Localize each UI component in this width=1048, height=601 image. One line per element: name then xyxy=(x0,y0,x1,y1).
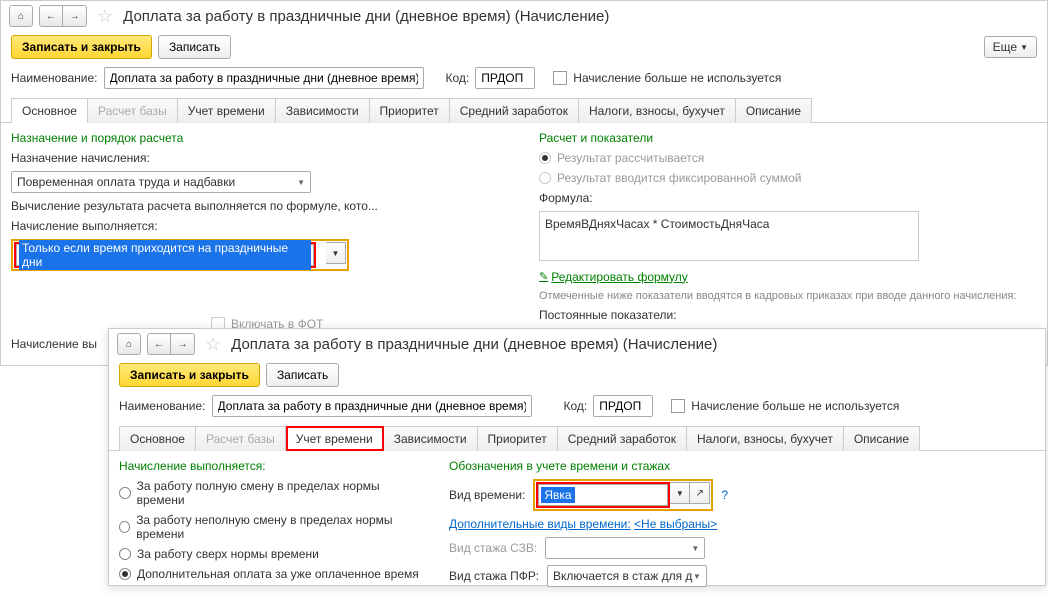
szv-select[interactable]: ▼ xyxy=(545,537,705,559)
dropdown-icon[interactable]: ▼ xyxy=(326,242,346,264)
not-used-checkbox[interactable] xyxy=(671,399,685,413)
formula-box: ВремяВДняхЧасах * СтоимостьДняЧаса xyxy=(539,211,919,261)
tab-priority[interactable]: Приоритет xyxy=(478,426,558,451)
tab-deps[interactable]: Зависимости xyxy=(276,98,370,123)
tab-tax[interactable]: Налоги, взносы, бухучет xyxy=(579,98,736,123)
dropdown-icon[interactable]: ▼ xyxy=(670,482,690,504)
pfr-label: Вид стажа ПФР: xyxy=(449,569,539,583)
perform-header: Начисление выполняется: xyxy=(119,459,419,473)
indicators-note: Отмеченные ниже показатели вводятся в ка… xyxy=(539,290,1037,302)
forward-icon[interactable]: → xyxy=(171,333,195,355)
more-button[interactable]: Еще▼ xyxy=(984,36,1037,58)
opt-overtime-radio[interactable] xyxy=(119,548,131,560)
tab-avg[interactable]: Средний заработок xyxy=(450,98,579,123)
result-fixed-radio[interactable] xyxy=(539,172,551,184)
save-close-button[interactable]: Записать и закрыть xyxy=(11,35,152,59)
edit-formula-link[interactable]: ✎Редактировать формулу xyxy=(539,270,688,284)
window-popup: ⌂ ← → ☆ Доплата за работу в праздничные … xyxy=(108,328,1046,586)
forward-icon[interactable]: → xyxy=(63,5,87,27)
tab-bar: Основное Расчет базы Учет времени Зависи… xyxy=(109,425,1045,451)
name-input[interactable] xyxy=(104,67,424,89)
not-used-label: Начисление больше не используется xyxy=(691,399,899,413)
window-title: Доплата за работу в праздничные дни (дне… xyxy=(231,336,717,353)
result-calc-label: Результат рассчитывается xyxy=(557,151,704,165)
when-select[interactable]: Только если время приходится на празднич… xyxy=(16,244,314,266)
tab-desc[interactable]: Описание xyxy=(844,426,920,451)
tab-main[interactable]: Основное xyxy=(11,98,88,123)
marks-header: Обозначения в учете времени и стажах xyxy=(449,459,1035,473)
code-label: Код: xyxy=(446,71,470,85)
back-icon[interactable]: ← xyxy=(39,5,63,27)
save-close-button[interactable]: Записать и закрыть xyxy=(119,363,260,387)
calc-descr: Вычисление результата расчета выполняетс… xyxy=(11,199,509,213)
opt-additional-radio[interactable] xyxy=(119,568,131,580)
assign-header: Назначение и порядок расчета xyxy=(11,131,509,145)
pfr-select[interactable]: Включается в стаж для д▼ xyxy=(547,565,707,587)
tab-tax[interactable]: Налоги, взносы, бухучет xyxy=(687,426,844,451)
back-icon[interactable]: ← xyxy=(147,333,171,355)
szv-label: Вид стажа СЗВ: xyxy=(449,541,537,555)
name-label: Наименование: xyxy=(11,71,98,85)
window-title: Доплата за работу в праздничные дни (дне… xyxy=(123,8,609,25)
help-icon[interactable]: ? xyxy=(721,488,728,502)
favorite-icon[interactable]: ☆ xyxy=(205,334,221,355)
not-used-label: Начисление больше не используется xyxy=(573,71,781,85)
opt-full-shift-radio[interactable] xyxy=(119,487,131,499)
add-types-link[interactable]: Дополнительные виды времени: xyxy=(449,517,631,531)
result-calc-radio[interactable] xyxy=(539,152,551,164)
name-input[interactable] xyxy=(212,395,532,417)
favorite-icon[interactable]: ☆ xyxy=(97,6,113,27)
tab-desc[interactable]: Описание xyxy=(736,98,812,123)
save-button[interactable]: Записать xyxy=(158,35,231,59)
tab-bar: Основное Расчет базы Учет времени Зависи… xyxy=(1,97,1047,123)
formula-label: Формула: xyxy=(539,191,1037,205)
tab-main[interactable]: Основное xyxy=(119,426,196,451)
home-icon[interactable]: ⌂ xyxy=(9,5,33,27)
not-used-checkbox[interactable] xyxy=(553,71,567,85)
pencil-icon: ✎ xyxy=(539,270,548,283)
tab-time[interactable]: Учет времени xyxy=(286,426,384,451)
open-icon[interactable]: ↗ xyxy=(690,482,710,504)
tab-base[interactable]: Расчет базы xyxy=(88,98,178,123)
purpose-select[interactable]: Повременная оплата труда и надбавки▼ xyxy=(11,171,311,193)
add-types-value[interactable]: <Не выбраны> xyxy=(634,517,717,531)
code-label: Код: xyxy=(564,399,588,413)
home-icon[interactable]: ⌂ xyxy=(117,333,141,355)
const-label: Постоянные показатели: xyxy=(539,308,1037,322)
result-fixed-label: Результат вводится фиксированной суммой xyxy=(557,171,801,185)
tab-base[interactable]: Расчет базы xyxy=(196,426,286,451)
time-type-select[interactable]: Явка xyxy=(538,484,668,506)
code-input[interactable] xyxy=(475,67,535,89)
save-button[interactable]: Записать xyxy=(266,363,339,387)
when-label: Начисление выполняется: xyxy=(11,219,509,233)
type-label: Вид времени: xyxy=(449,488,525,502)
window-main: ⌂ ← → ☆ Доплата за работу в праздничные … xyxy=(0,0,1048,366)
tab-priority[interactable]: Приоритет xyxy=(370,98,450,123)
opt-part-shift-radio[interactable] xyxy=(119,521,130,533)
name-label: Наименование: xyxy=(119,399,206,413)
tab-deps[interactable]: Зависимости xyxy=(384,426,478,451)
tab-avg[interactable]: Средний заработок xyxy=(558,426,687,451)
calc-header: Расчет и показатели xyxy=(539,131,1037,145)
tab-time[interactable]: Учет времени xyxy=(178,98,276,123)
purpose-label: Назначение начисления: xyxy=(11,151,509,165)
code-input[interactable] xyxy=(593,395,653,417)
